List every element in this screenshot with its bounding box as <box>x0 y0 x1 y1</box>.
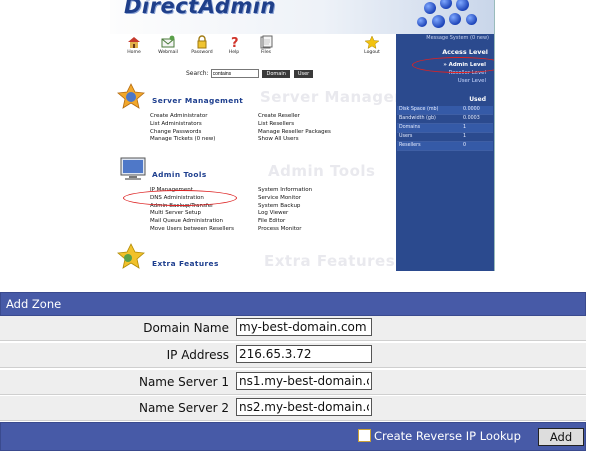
link-service-monitor[interactable]: Service Monitor <box>258 195 312 203</box>
name-server-2-input[interactable] <box>236 398 372 416</box>
stat-value: 0.0003 <box>463 116 480 121</box>
search-row: Search: Domain User <box>186 69 314 78</box>
banner: DirectAdmin <box>110 0 494 34</box>
stat-key: Resellers <box>399 143 421 148</box>
extra-features-icon <box>117 243 145 269</box>
highlight-oval-admin-level <box>412 57 494 73</box>
access-user-level[interactable]: User Level <box>458 78 486 84</box>
link-process-monitor[interactable]: Process Monitor <box>258 226 312 234</box>
mail-icon <box>161 35 175 48</box>
link-change-passwords[interactable]: Change Passwords <box>150 129 215 137</box>
access-level-title: Access Level <box>442 48 488 56</box>
toolbar-help-label: Help <box>228 50 240 55</box>
link-list-resellers[interactable]: List Resellers <box>258 121 331 129</box>
highlight-oval-dns <box>123 190 237 206</box>
toolbar-password-label: Password <box>191 50 213 55</box>
usage-stats-table: Disk Space (mb) 0.0000 Bandwidth (gb) 0.00… <box>397 106 493 151</box>
message-system-link[interactable]: Message System (0 new) <box>426 35 489 41</box>
stat-value: 0.0000 <box>463 107 480 112</box>
stat-row: Domains 1 <box>397 124 493 133</box>
field-row-ns1: Name Server 1 <box>0 370 586 395</box>
house-icon <box>128 37 140 48</box>
add-button[interactable]: Add <box>538 428 584 446</box>
field-row-ns2: Name Server 2 <box>0 396 586 421</box>
extra-features-watermark: Extra Features <box>264 252 396 270</box>
form-footer: Create Reverse IP Lookup Add <box>0 422 586 451</box>
toolbar-logout-label: Logout <box>364 50 380 55</box>
toolbar-files-label: Files <box>260 50 272 55</box>
search-domain-button[interactable]: Domain <box>262 69 290 78</box>
link-system-backup[interactable]: System Backup <box>258 203 312 211</box>
search-user-button[interactable]: User <box>293 69 314 78</box>
form-header: Add Zone <box>0 292 586 316</box>
stat-row: Users 1 <box>397 133 493 142</box>
directadmin-logo: DirectAdmin <box>124 0 276 18</box>
domain-name-label: Domain Name <box>143 321 229 335</box>
right-sidebar: Message System (0 new) Access Level » Ad… <box>396 34 494 271</box>
link-move-users[interactable]: Move Users between Resellers <box>150 226 234 234</box>
name-server-2-label: Name Server 2 <box>138 401 229 415</box>
link-multi-server-setup[interactable]: Multi Server Setup <box>150 210 234 218</box>
svg-text:?: ? <box>231 36 239 49</box>
stat-value: 0 <box>463 143 467 148</box>
ip-address-label: IP Address <box>166 348 229 362</box>
stat-row: Resellers 0 <box>397 142 493 151</box>
form-title: Add Zone <box>6 297 62 311</box>
link-create-reseller[interactable]: Create Reseller <box>258 113 331 121</box>
domain-name-input[interactable] <box>236 318 372 336</box>
stat-key: Disk Space (mb) <box>399 107 439 112</box>
toolbar-logout[interactable]: Logout <box>352 34 392 55</box>
admin-tools-heading: Admin Tools <box>152 170 207 179</box>
field-row-domain: Domain Name <box>0 316 586 341</box>
toolbar-home-label: Home <box>127 50 141 55</box>
link-file-editor[interactable]: File Editor <box>258 218 312 226</box>
stat-value: 1 <box>463 134 467 139</box>
reverse-ip-label[interactable]: Create Reverse IP Lookup <box>374 429 521 443</box>
lock-icon <box>197 35 207 49</box>
link-log-viewer[interactable]: Log Viewer <box>258 210 312 218</box>
search-input[interactable] <box>210 69 259 78</box>
toolbar: Home Webmail Password ? Help Files Logou… <box>110 34 396 62</box>
stat-key: Bandwidth (gb) <box>399 116 436 121</box>
bubbles-logo-icon <box>414 0 484 34</box>
admin-tools-links-col2: System Information Service Monitor Syste… <box>258 187 312 234</box>
name-server-1-input[interactable] <box>236 372 372 390</box>
link-create-administrator[interactable]: Create Administrator <box>150 113 215 121</box>
star-icon <box>364 35 380 49</box>
link-list-administrators[interactable]: List Administrators <box>150 121 215 129</box>
admin-tools-watermark: Admin Tools <box>268 162 376 180</box>
name-server-1-label: Name Server 1 <box>138 375 229 389</box>
stat-value: 1 <box>463 125 467 130</box>
toolbar-files[interactable]: Files <box>246 34 286 55</box>
search-label: Search: <box>186 70 209 77</box>
server-management-links-col2: Create Reseller List Resellers Manage Re… <box>258 113 331 144</box>
link-manage-tickets[interactable]: Manage Tickets (0 new) <box>150 136 215 144</box>
admin-tools-icon <box>120 157 146 180</box>
add-zone-form: Add Zone Domain Name IP Address Name Ser… <box>0 292 586 452</box>
directadmin-screenshot: DirectAdmin Home Webmail Password ? Help <box>110 0 495 271</box>
toolbar-webmail-label: Webmail <box>158 50 178 55</box>
link-mail-queue-administration[interactable]: Mail Queue Administration <box>150 218 234 226</box>
server-management-icon <box>117 83 145 109</box>
link-manage-reseller-packages[interactable]: Manage Reseller Packages <box>258 129 331 137</box>
server-management-links-col1: Create Administrator List Administrators… <box>150 113 215 144</box>
field-row-ip: IP Address <box>0 343 586 368</box>
stat-row: Disk Space (mb) 0.0000 <box>397 106 493 115</box>
extra-features-heading: Extra Features <box>152 259 219 268</box>
reverse-ip-checkbox[interactable] <box>358 429 371 442</box>
files-icon <box>260 35 273 49</box>
server-management-heading: Server Management <box>152 96 244 105</box>
ip-address-input[interactable] <box>236 345 372 363</box>
stat-key: Users <box>399 134 413 139</box>
stat-row: Bandwidth (gb) 0.0003 <box>397 115 493 124</box>
used-header: Used <box>469 96 486 103</box>
question-icon: ? <box>231 36 239 49</box>
link-system-information[interactable]: System Information <box>258 187 312 195</box>
link-show-all-users[interactable]: Show All Users <box>258 136 331 144</box>
stat-key: Domains <box>399 125 421 130</box>
